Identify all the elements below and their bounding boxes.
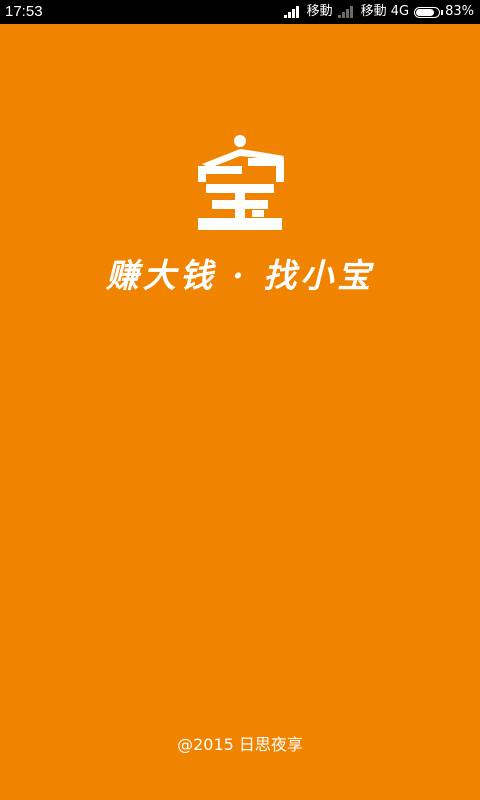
signal-strength-icon-secondary bbox=[337, 6, 356, 18]
battery-fill bbox=[416, 8, 434, 16]
treasure-glyph-icon bbox=[198, 135, 284, 230]
slogan: 赚大钱 · 找小宝 bbox=[105, 256, 375, 295]
status-bar: 17:53 移動 移動 4G 83% bbox=[0, 0, 480, 24]
status-time: 17:53 bbox=[5, 3, 43, 20]
battery-percent: 83% bbox=[445, 4, 474, 19]
splash-screen: 赚大钱 · 找小宝 @2015 日思夜享 bbox=[0, 24, 480, 800]
carrier-2-label: 移動 4G bbox=[360, 4, 410, 19]
signal-strength-icon bbox=[283, 6, 302, 18]
copyright-text: @2015 日思夜享 bbox=[177, 735, 303, 754]
carrier-1-label: 移動 bbox=[306, 4, 333, 19]
battery-icon bbox=[414, 6, 444, 18]
status-indicators: 移動 移動 4G 83% bbox=[283, 0, 474, 24]
